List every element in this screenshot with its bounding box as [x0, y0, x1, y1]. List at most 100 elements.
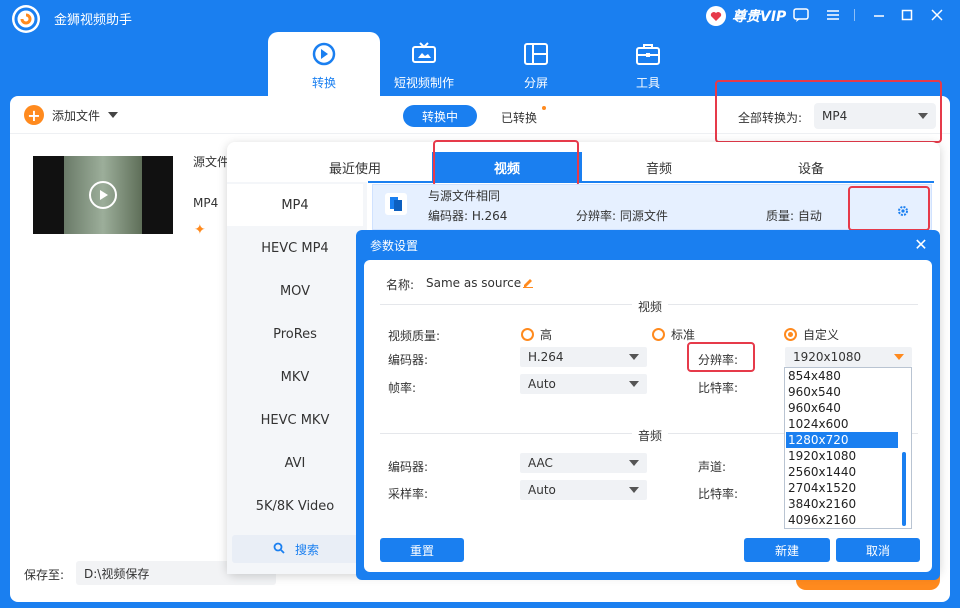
format-item-hevc-mkv[interactable]: HEVC MKV	[227, 399, 363, 441]
tab-convert[interactable]: 转换	[268, 32, 380, 98]
chevron-down-icon	[629, 460, 639, 466]
edit-effect-icon[interactable]: ✦	[194, 222, 206, 238]
resolution-option[interactable]: 2704x1520	[786, 480, 898, 496]
resolution-option[interactable]: 1024x600	[786, 416, 898, 432]
highlight-box	[848, 186, 930, 231]
chevron-down-icon	[629, 354, 639, 360]
tab-tools[interactable]: 工具	[592, 32, 704, 96]
title-divider	[854, 9, 855, 21]
framerate-select[interactable]: Auto	[520, 374, 647, 394]
resolution-option[interactable]: 4096x2160	[786, 512, 898, 528]
tab-recent[interactable]: 最近使用	[280, 152, 430, 182]
audio-encoder-value: AAC	[528, 456, 553, 470]
audio-encoder-select[interactable]: AAC	[520, 453, 647, 473]
vip-label: 尊贵VIP	[732, 9, 787, 25]
save-to-label: 保存至:	[24, 568, 65, 582]
toolbox-icon	[634, 40, 662, 68]
app-logo-icon	[12, 5, 40, 33]
converted-tab[interactable]: 已转换	[501, 109, 537, 126]
resolution-option[interactable]: 854x480	[786, 368, 898, 384]
video-encoder-label: 编码器:	[388, 353, 429, 367]
notification-dot	[542, 106, 546, 110]
reset-button[interactable]: 重置	[380, 538, 464, 562]
quality-high-radio[interactable]: 高	[521, 326, 552, 343]
tv-icon	[410, 40, 438, 68]
video-thumbnail[interactable]	[33, 156, 173, 234]
samplerate-value: Auto	[528, 483, 556, 497]
tab-tools-label: 工具	[635, 76, 660, 90]
chevron-down-icon[interactable]	[108, 112, 119, 118]
samplerate-select[interactable]: Auto	[520, 480, 647, 500]
minimize-icon[interactable]	[870, 6, 888, 24]
audio-section-title: 音频	[632, 427, 669, 444]
highlight-box	[715, 80, 942, 143]
tab-split-screen[interactable]: 分屏	[480, 32, 592, 96]
samplerate-label: 采样率:	[388, 487, 429, 501]
radio-icon	[521, 328, 534, 341]
add-file-button[interactable]: + 添加文件	[24, 105, 119, 125]
add-file-label: 添加文件	[52, 108, 101, 123]
format-item-5k8k[interactable]: 5K/8K Video	[227, 485, 363, 527]
resolution-option[interactable]: 960x640	[786, 400, 898, 416]
format-item-mov[interactable]: MOV	[227, 270, 363, 312]
resolution-option[interactable]: 3840x2160	[786, 496, 898, 512]
cancel-button[interactable]: 取消	[836, 538, 920, 562]
video-section-title: 视频	[632, 298, 669, 315]
radio-icon	[652, 328, 665, 341]
resolution-select[interactable]: 1920x1080	[785, 347, 912, 367]
format-item-avi[interactable]: AVI	[227, 442, 363, 484]
channel-label: 声道:	[698, 460, 727, 474]
tab-convert-label: 转换	[311, 76, 336, 90]
highlight-box	[433, 140, 579, 187]
format-item-mkv[interactable]: MKV	[227, 356, 363, 398]
convert-icon	[310, 40, 338, 68]
tab-audio[interactable]: 音频	[584, 152, 734, 182]
audio-encoder-label: 编码器:	[388, 460, 429, 474]
vip-badge[interactable]: 尊贵VIP	[706, 6, 786, 26]
maximize-icon[interactable]	[898, 6, 916, 24]
format-search-button[interactable]: 搜索	[232, 535, 360, 563]
resolution-value: 1920x1080	[793, 350, 862, 364]
message-icon[interactable]	[792, 6, 810, 24]
format-item-mp4[interactable]: MP4	[227, 184, 363, 226]
format-item-prores[interactable]: ProRes	[227, 313, 363, 355]
format-item-hevc-mp4[interactable]: HEVC MP4	[227, 227, 363, 269]
tab-short-video[interactable]: 短视频制作	[368, 32, 480, 96]
chevron-down-icon	[894, 354, 904, 360]
edit-pencil-icon[interactable]	[522, 276, 534, 291]
app-title: 金狮视频助手	[54, 13, 133, 28]
chevron-down-icon	[629, 487, 639, 493]
new-button[interactable]: 新建	[744, 538, 830, 562]
menu-icon[interactable]	[824, 6, 842, 24]
resolution-option[interactable]: 960x540	[786, 384, 898, 400]
plus-icon: +	[24, 105, 44, 125]
quality-custom-label: 自定义	[803, 328, 840, 342]
source-file-label: 源文件	[193, 155, 229, 169]
audio-bitrate-label: 比特率:	[698, 487, 739, 501]
dialog-title: 参数设置	[370, 239, 419, 253]
close-icon[interactable]: ✕	[912, 235, 930, 254]
split-screen-icon	[522, 40, 550, 68]
tab-device[interactable]: 设备	[736, 152, 886, 182]
resolution-option-highlighted[interactable]: 1280x720	[786, 432, 898, 448]
close-icon[interactable]	[928, 6, 946, 24]
resolution-option[interactable]: 1920x1080	[786, 448, 898, 464]
preset-resolution: 分辨率: 同源文件	[576, 209, 668, 223]
play-icon[interactable]	[89, 181, 117, 209]
name-value[interactable]: Same as source	[426, 276, 521, 290]
video-encoder-select[interactable]: H.264	[520, 347, 647, 367]
heart-icon	[706, 6, 726, 26]
file-format: MP4	[193, 196, 219, 210]
preset-name: 与源文件相同	[428, 189, 501, 203]
tab-split-screen-label: 分屏	[523, 76, 548, 90]
resolution-option[interactable]: 2560x1440	[786, 464, 898, 480]
name-label: 名称:	[386, 278, 415, 292]
preset-encoder: 编码器: H.264	[428, 209, 508, 223]
dropdown-scrollbar[interactable]	[902, 452, 906, 526]
quality-custom-radio[interactable]: 自定义	[784, 326, 839, 343]
converting-tab[interactable]: 转换中	[403, 105, 477, 127]
video-quality-label: 视频质量:	[388, 329, 441, 343]
quality-standard-radio[interactable]: 标准	[652, 326, 695, 343]
tab-short-video-label: 短视频制作	[393, 76, 454, 90]
chevron-down-icon	[629, 381, 639, 387]
